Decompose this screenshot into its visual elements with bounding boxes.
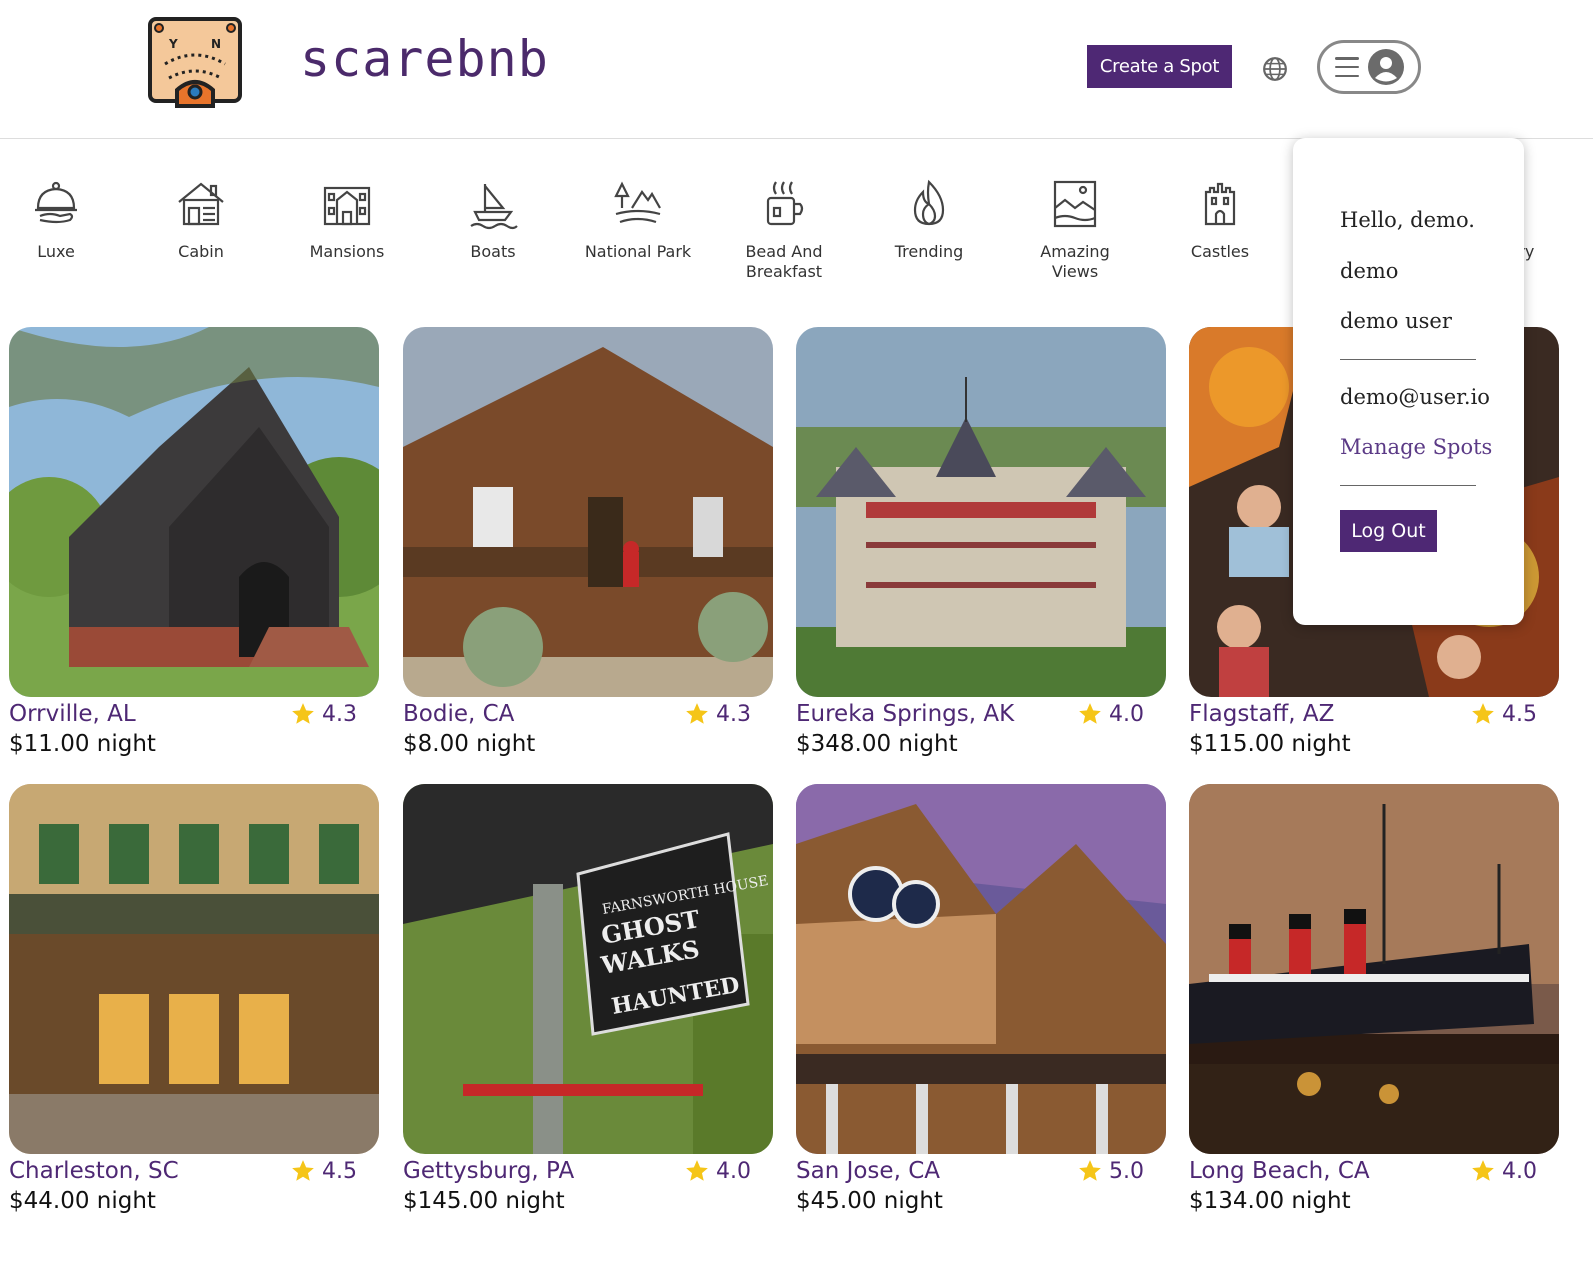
spot-rating-value: 4.0 — [1109, 701, 1144, 727]
spot-city[interactable]: Eureka Springs, AK — [796, 701, 1014, 727]
spot-price: $45.00 night — [796, 1188, 943, 1214]
user-dropdown-menu: Hello, demo. demo demo user demo@user.io… — [1293, 138, 1524, 625]
category-boats[interactable]: Boats — [438, 178, 548, 262]
spot-card[interactable]: Eureka Springs, AK 4.0 $348.00 night — [796, 327, 1166, 757]
user-menu-button[interactable] — [1317, 40, 1421, 94]
national-park-icon — [614, 181, 661, 224]
spot-card[interactable]: Bodie, CA 4.3 $8.00 night — [403, 327, 773, 757]
spot-card[interactable]: Orrville, AL 4.3 $11.00 night — [9, 327, 379, 757]
star-icon — [1079, 703, 1101, 724]
greeting-text: Hello, demo. — [1340, 208, 1475, 232]
spot-price: $8.00 night — [403, 731, 536, 757]
category-national-park[interactable]: National Park — [583, 178, 693, 262]
spot-card[interactable]: Long Beach, CA 4.0 $134.00 night — [1189, 784, 1559, 1214]
spot-image[interactable] — [9, 784, 379, 1154]
spot-city[interactable]: Bodie, CA — [403, 701, 514, 727]
dropdown-divider — [1340, 359, 1476, 360]
spot-rating-value: 4.0 — [716, 1158, 751, 1184]
svg-text:N: N — [211, 37, 221, 51]
hamburger-icon — [1334, 57, 1359, 77]
spot-rating: 4.0 — [1470, 1158, 1559, 1184]
spot-image[interactable] — [796, 784, 1166, 1154]
coffee-cup-icon — [766, 181, 804, 226]
fullname-text: demo user — [1340, 309, 1452, 333]
spot-image[interactable] — [403, 327, 773, 697]
category-amazing-views[interactable]: Amazing Views — [1020, 178, 1130, 282]
username-text: demo — [1340, 259, 1399, 283]
spot-card[interactable]: San Jose, CA 5.0 $45.00 night — [796, 784, 1166, 1214]
spot-card[interactable]: FARNSWORTH HOUSE GHOST WALKS HAUNTED Get… — [403, 784, 773, 1214]
spot-city[interactable]: Gettysburg, PA — [403, 1158, 574, 1184]
user-avatar-icon — [1367, 49, 1404, 85]
spot-image[interactable] — [1189, 784, 1559, 1154]
flame-icon — [913, 179, 945, 226]
spot-price: $44.00 night — [9, 1188, 156, 1214]
boat-icon — [470, 184, 518, 230]
svg-text:Y: Y — [168, 37, 178, 51]
spot-rating: 4.0 — [684, 1158, 773, 1184]
dropdown-divider — [1340, 485, 1476, 486]
star-icon — [292, 1160, 314, 1181]
star-icon — [1472, 703, 1494, 724]
star-icon — [686, 703, 708, 724]
spot-price: $115.00 night — [1189, 731, 1351, 757]
spot-image[interactable] — [796, 327, 1166, 697]
spot-rating: 4.5 — [290, 1158, 379, 1184]
category-cabin[interactable]: Cabin — [146, 178, 256, 262]
category-bead-and-breakfast[interactable]: Bead And Breakfast — [729, 178, 839, 282]
spot-price: $11.00 night — [9, 731, 156, 757]
spot-rating-value: 4.5 — [1502, 701, 1537, 727]
castle-icon — [1204, 182, 1236, 226]
ouija-board-logo[interactable]: Y N — [147, 16, 243, 112]
spot-card[interactable]: Charleston, SC 4.5 $44.00 night — [9, 784, 379, 1214]
spot-rating: 4.3 — [684, 701, 773, 727]
spot-image[interactable]: FARNSWORTH HOUSE GHOST WALKS HAUNTED — [403, 784, 773, 1154]
spot-rating-value: 4.5 — [322, 1158, 357, 1184]
spot-rating-value: 5.0 — [1109, 1158, 1144, 1184]
spot-rating: 5.0 — [1077, 1158, 1166, 1184]
category-trending[interactable]: Trending — [874, 178, 984, 262]
spot-price: $145.00 night — [403, 1188, 565, 1214]
spot-city[interactable]: Charleston, SC — [9, 1158, 179, 1184]
category-luxe[interactable]: Luxe — [1, 178, 111, 262]
category-mansions[interactable]: Mansions — [292, 178, 402, 262]
create-spot-button[interactable]: Create a Spot — [1087, 45, 1232, 88]
spot-price: $134.00 night — [1189, 1188, 1351, 1214]
spot-image[interactable] — [9, 327, 379, 697]
spot-price: $348.00 night — [796, 731, 958, 757]
spot-city[interactable]: San Jose, CA — [796, 1158, 940, 1184]
star-icon — [1472, 1160, 1494, 1181]
site-header: Y N scarebnb Create a Spot — [0, 0, 1593, 139]
spot-city[interactable]: Flagstaff, AZ — [1189, 701, 1334, 727]
cabin-icon — [178, 182, 224, 226]
picture-icon — [1053, 180, 1097, 228]
spot-rating-value: 4.0 — [1502, 1158, 1537, 1184]
globe-icon[interactable] — [1262, 56, 1288, 82]
category-castles[interactable]: Castles — [1165, 178, 1275, 262]
star-icon — [292, 703, 314, 724]
logout-button[interactable]: Log Out — [1340, 510, 1437, 552]
spot-city[interactable]: Long Beach, CA — [1189, 1158, 1370, 1184]
spot-city[interactable]: Orrville, AL — [9, 701, 136, 727]
spot-rating-value: 4.3 — [716, 701, 751, 727]
spot-rating: 4.3 — [290, 701, 379, 727]
spot-rating: 4.5 — [1470, 701, 1559, 727]
brand-name[interactable]: scarebnb — [300, 30, 549, 88]
mansion-icon — [323, 186, 371, 226]
star-icon — [1079, 1160, 1101, 1181]
spot-rating-value: 4.3 — [322, 701, 357, 727]
star-icon — [686, 1160, 708, 1181]
manage-spots-link[interactable]: Manage Spots — [1340, 435, 1492, 459]
spot-rating: 4.0 — [1077, 701, 1166, 727]
email-text: demo@user.io — [1340, 385, 1490, 409]
cloche-icon — [35, 181, 77, 224]
